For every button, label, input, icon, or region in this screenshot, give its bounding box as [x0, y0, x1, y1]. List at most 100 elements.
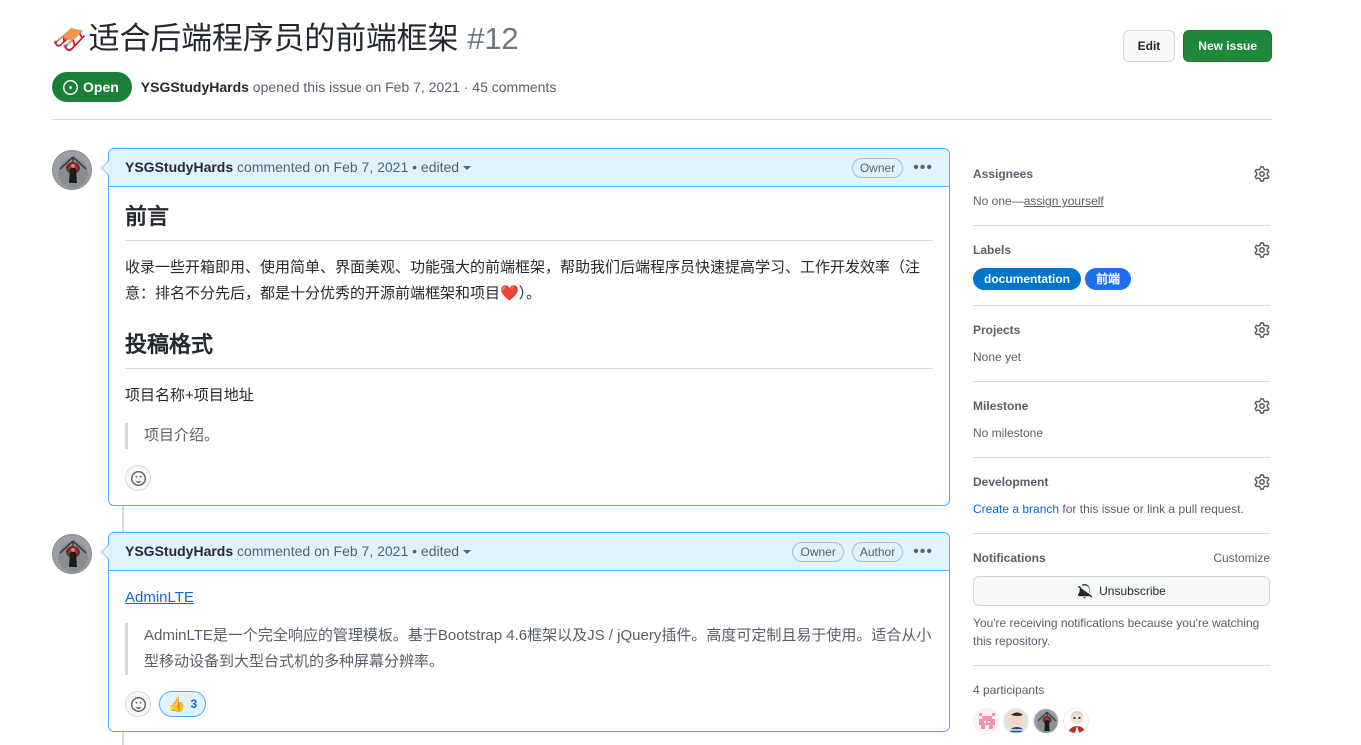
kebab-menu-icon[interactable]: •••	[911, 159, 935, 175]
sidebar-header: Milestone	[973, 397, 1270, 415]
comment-timestamp: commented on Feb 7, 2021 • edited	[233, 543, 460, 559]
gear-icon[interactable]	[1254, 474, 1270, 490]
comment-author[interactable]: YSGStudyHards	[125, 543, 233, 559]
participants-list	[973, 708, 1270, 734]
timeline-connector	[52, 506, 950, 532]
status-badge[interactable]: Open	[52, 72, 132, 102]
notifications-title: Notifications	[973, 551, 1046, 565]
sidebar-header: Development	[973, 473, 1270, 491]
add-reaction-button[interactable]	[125, 691, 151, 717]
avatar[interactable]	[973, 708, 999, 734]
reaction-row: 👍 3	[125, 679, 933, 731]
label-chip-documentation[interactable]: documentation	[973, 268, 1081, 290]
markdown-heading-preface: 前言	[125, 201, 933, 241]
sidebar-header: Assignees	[973, 165, 1270, 183]
new-issue-button[interactable]: New issue	[1183, 30, 1272, 62]
project-link-adminlte[interactable]: AdminLTE	[125, 589, 194, 606]
issue-header: 🛷 适合后端程序员的前端框架 #12 Edit New issue Open YSG…	[52, 20, 1272, 102]
timeline-rail	[122, 506, 124, 532]
comment-body: AdminLTE AdminLTE是一个完全响应的管理模板。基于Bootstra…	[109, 571, 949, 731]
projects-value: None yet	[973, 350, 1022, 364]
label-chip-frontend[interactable]: 前端	[1085, 268, 1132, 290]
avatar[interactable]	[52, 150, 92, 190]
development-rest: for this issue or link a pull request.	[1059, 502, 1244, 516]
markdown-line: 项目名称+项目地址	[125, 387, 254, 404]
thumbsup-icon: 👍	[168, 696, 186, 712]
label-list: documentation 前端	[973, 268, 1270, 290]
create-branch-link[interactable]: Create a branch	[973, 502, 1059, 516]
markdown-link-row: AdminLTE	[125, 585, 933, 611]
sidebar-header: Notifications Customize	[973, 549, 1270, 567]
avatar-image	[1004, 709, 1028, 733]
reaction-thumbsup[interactable]: 👍 3	[159, 691, 207, 717]
avatar[interactable]	[52, 534, 92, 574]
header-divider	[52, 119, 1272, 120]
gear-icon[interactable]	[1254, 322, 1270, 338]
sled-icon: 🛷	[52, 24, 87, 55]
avatar-image	[53, 151, 91, 189]
chevron-down-icon[interactable]	[463, 550, 472, 554]
customize-notifications-link[interactable]: Customize	[1213, 549, 1270, 567]
comment-card: YSGStudyHards commented on Feb 7, 2021 •…	[101, 148, 950, 506]
avatar[interactable]	[1063, 708, 1089, 734]
milestone-value: No milestone	[973, 426, 1044, 440]
issue-meta-row: Open YSGStudyHards opened this issue on …	[52, 72, 556, 102]
timeline-item: YSGStudyHards commented on Feb 7, 2021 •…	[52, 532, 950, 745]
markdown-blockquote: 项目介绍。	[125, 423, 933, 449]
issue-timeline: YSGStudyHards commented on Feb 7, 2021 •…	[52, 148, 950, 745]
page-title: 🛷 适合后端程序员的前端框架 #12	[52, 20, 519, 59]
sidebar-section-labels: Labels documentation 前端	[973, 225, 1270, 305]
comment-1: YSGStudyHards commented on Feb 7, 2021 •…	[52, 148, 950, 506]
development-title: Development	[973, 475, 1049, 489]
gear-icon[interactable]	[1254, 398, 1270, 414]
gear-icon[interactable]	[1254, 166, 1270, 182]
smiley-icon	[130, 470, 146, 486]
avatar[interactable]	[1033, 708, 1059, 734]
comment-header-actions: Owner Author •••	[792, 541, 935, 562]
timeline-item: YSGStudyHards commented on Feb 7, 2021 •…	[52, 148, 950, 532]
reaction-row	[125, 453, 933, 505]
sidebar-section-participants: 4 participants	[973, 665, 1270, 745]
timeline-connector	[52, 732, 950, 745]
issue-opened-icon	[63, 79, 78, 95]
sidebar-header: Projects	[973, 321, 1270, 339]
add-reaction-button[interactable]	[125, 465, 151, 491]
kebab-menu-icon[interactable]: •••	[911, 543, 935, 559]
notifications-note: You're receiving notifications because y…	[973, 616, 1260, 648]
issue-number: #12	[467, 21, 519, 56]
bell-slash-icon	[1078, 583, 1093, 598]
comment-card: YSGStudyHards commented on Feb 7, 2021 •…	[101, 532, 950, 732]
gear-icon[interactable]	[1254, 242, 1270, 258]
issue-title-row: 🛷 适合后端程序员的前端框架 #12	[52, 20, 1272, 59]
assign-yourself-link[interactable]: assign yourself	[1024, 194, 1104, 208]
comment-header: YSGStudyHards commented on Feb 7, 2021 •…	[109, 533, 949, 571]
sidebar-section-milestone: Milestone No milestone	[973, 381, 1270, 457]
role-badge-owner: Owner	[851, 157, 904, 178]
comment-body: 前言 收录一些开箱即用、使用简单、界面美观、功能强大的前端框架，帮助我们后端程序…	[109, 187, 949, 505]
chevron-down-icon[interactable]	[463, 166, 472, 170]
comment-byline: YSGStudyHards commented on Feb 7, 2021 •…	[125, 157, 472, 178]
timeline-rail	[122, 732, 124, 745]
avatar-image	[1034, 709, 1058, 733]
comment-2: YSGStudyHards commented on Feb 7, 2021 •…	[52, 532, 950, 732]
unsubscribe-label: Unsubscribe	[1099, 584, 1166, 598]
comment-header: YSGStudyHards commented on Feb 7, 2021 •…	[109, 149, 949, 187]
header-actions: Edit New issue	[1122, 30, 1272, 62]
issue-title-text: 适合后端程序员的前端框架	[88, 21, 459, 56]
unsubscribe-button[interactable]: Unsubscribe	[973, 576, 1270, 606]
issue-meta-text: YSGStudyHards opened this issue on Feb 7…	[141, 77, 557, 98]
avatar-image	[974, 709, 998, 733]
edit-button[interactable]: Edit	[1122, 30, 1176, 62]
markdown-paragraph: 收录一些开箱即用、使用简单、界面美观、功能强大的前端框架，帮助我们后端程序员快速…	[125, 259, 921, 302]
comment-timestamp: commented on Feb 7, 2021 • edited	[233, 159, 460, 175]
sidebar-section-development: Development Create a branch for this iss…	[973, 457, 1270, 533]
assignees-value: No one—assign yourself	[973, 192, 1270, 210]
comment-author[interactable]: YSGStudyHards	[125, 159, 233, 175]
issue-author[interactable]: YSGStudyHards	[141, 79, 249, 95]
markdown-blockquote: AdminLTE是一个完全响应的管理模板。基于Bootstrap 4.6框架以及…	[125, 623, 933, 675]
role-badge-author: Author	[851, 541, 904, 562]
comment-header-actions: Owner •••	[851, 157, 935, 178]
markdown-heading-format: 投稿格式	[125, 329, 933, 369]
avatar[interactable]	[1003, 708, 1029, 734]
participants-count: 4 participants	[973, 683, 1045, 697]
